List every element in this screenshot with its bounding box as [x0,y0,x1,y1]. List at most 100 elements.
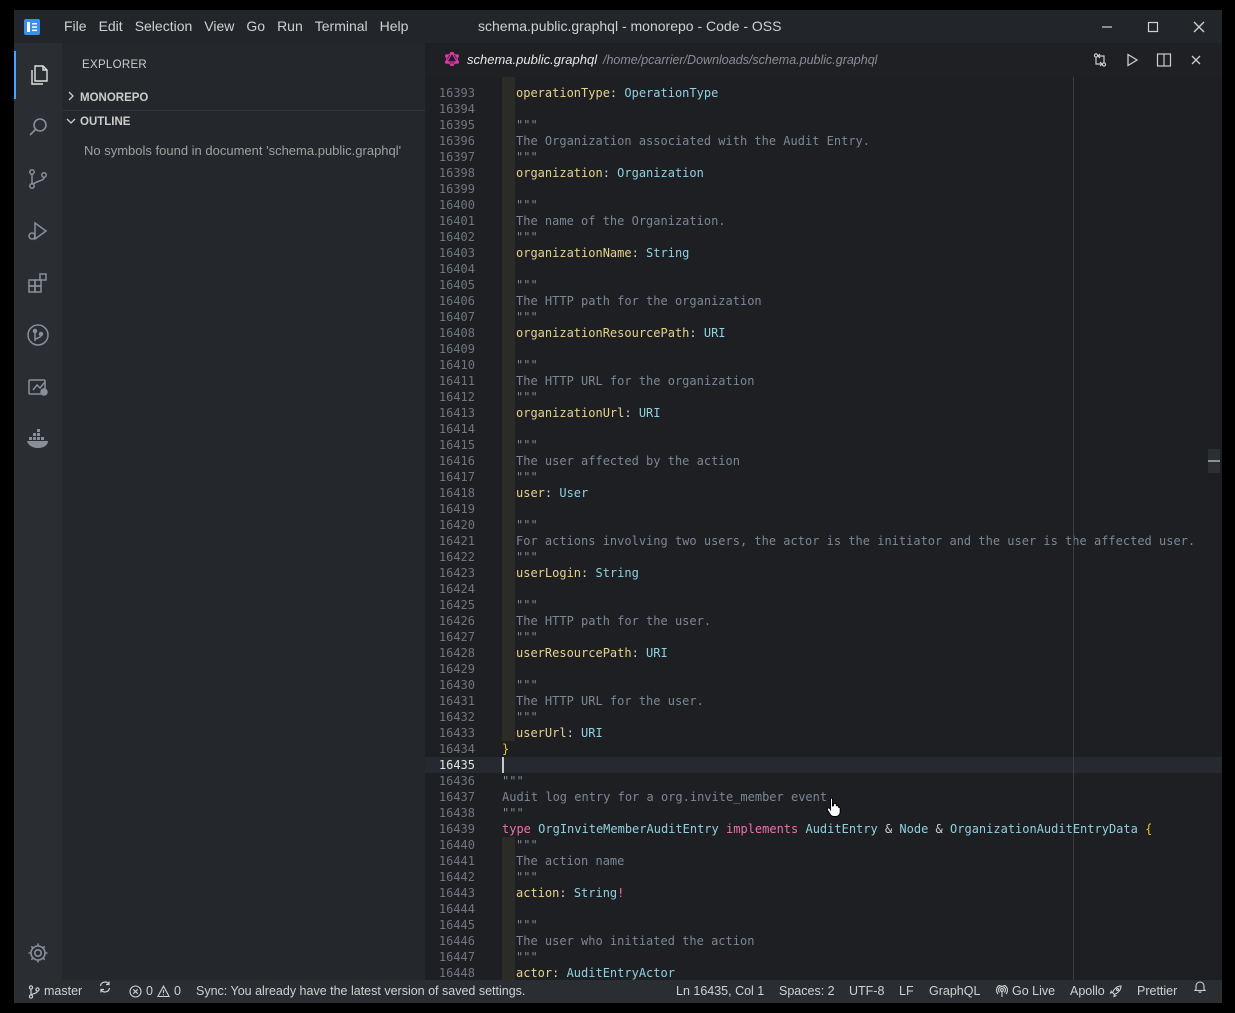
close-window-button[interactable] [1176,10,1222,43]
notifications-button[interactable] [1194,980,1206,993]
code-line: 16417 """ [425,469,1222,485]
line-number: 16436 [438,774,475,788]
current-code-line: 16435 [425,757,1222,773]
line-code: actor: AuditEntryActor [516,965,675,980]
minimize-button[interactable] [1084,10,1130,43]
token-com: The HTTP URL for the organization [516,374,755,388]
language-selector[interactable]: GraphQL [929,980,980,1003]
code-line: 16437 Audit log entry for a org.invite_me… [425,789,1222,805]
menu-go[interactable]: Go [240,10,271,43]
line-number: 16426 [438,614,475,628]
line-number: 16440 [438,838,475,852]
line-code: """ [516,709,538,725]
indent-guide [502,645,515,661]
tab-filename[interactable]: schema.public.graphql [467,43,597,77]
code-editor[interactable]: 16393 operationType: OperationType 16394 16… [425,77,1222,980]
menu-help[interactable]: Help [374,10,415,43]
token-com: The user who initiated the action [516,934,755,948]
cursor-position[interactable]: Ln 16435, Col 1 [676,980,764,1003]
branch-indicator[interactable]: master [28,980,82,1003]
line-code: userLogin: String [516,565,639,581]
code-line: 16419 [425,501,1222,517]
token-com: """ [516,278,538,292]
token-bang: ! [617,886,625,900]
line-number: 16433 [438,726,475,740]
token-com: The HTTP path for the organization [516,294,762,308]
line-code: """ [516,677,538,693]
apollo-button[interactable]: Apollo [1070,980,1122,1003]
eol-selector[interactable]: LF [899,980,914,1003]
line-code: """ [516,229,538,245]
git-graph-activity[interactable] [14,311,62,359]
indent-guide [502,197,515,213]
indent-guide [502,421,515,437]
maximize-button[interactable] [1130,10,1176,43]
line-number: 16404 [438,262,475,276]
token-com: """ [516,118,538,132]
line-number: 16412 [438,390,475,404]
close-tab-button[interactable] [1186,50,1206,70]
menu-selection[interactable]: Selection [129,10,199,43]
menu-file[interactable]: File [58,10,93,43]
run-button[interactable] [1122,50,1142,70]
token-brace: { [1145,822,1153,836]
open-changes-button[interactable] [1090,50,1110,70]
line-code: """ [516,549,538,565]
encoding-selector[interactable]: UTF-8 [849,980,884,1003]
go-live-button[interactable]: Go Live [996,980,1055,1003]
code-line: 16434} [425,741,1222,757]
line-code: The action name [516,853,624,869]
prettier-button[interactable]: Prettier [1137,980,1177,1003]
line-number: 16427 [438,630,475,644]
sync-button[interactable] [98,980,112,994]
line-number: 16422 [438,550,475,564]
indentation-selector[interactable]: Spaces: 2 [779,980,835,1003]
problems-indicator[interactable]: 0 0 [129,980,181,1003]
graphql-icon [445,52,459,66]
line-code: user: User [516,485,588,501]
section-monorepo[interactable]: MONOREPO [62,87,425,109]
line-number: 16410 [438,358,475,372]
indent-guide [502,181,515,197]
line-code: """ [516,837,538,853]
line-code: The HTTP URL for the user. [516,693,704,709]
extensions-icon [28,273,47,293]
line-number: 16417 [438,470,475,484]
split-editor-button[interactable] [1154,50,1174,70]
indent-guide [502,725,515,741]
git-branch-icon [28,984,40,999]
window-title: schema.public.graphql - monorepo - Code … [478,18,782,34]
line-number: 16439 [438,822,475,836]
line-number: 16432 [438,710,475,724]
menu-edit[interactable]: Edit [93,10,129,43]
line-number: 16424 [438,582,475,596]
menu-run[interactable]: Run [271,10,309,43]
explorer-activity[interactable] [14,51,62,99]
line-number: 16419 [438,502,475,516]
extensions-activity[interactable] [14,259,62,307]
token-com: """ [516,310,538,324]
section-outline[interactable]: OUTLINE [62,110,425,133]
code-line: 16412 """ [425,389,1222,405]
line-number: 16408 [438,326,475,340]
apollo-label: Apollo [1070,984,1105,998]
menu-terminal[interactable]: Terminal [309,10,374,43]
docker-activity[interactable] [14,415,62,463]
search-activity[interactable] [14,103,62,151]
run-debug-activity[interactable] [14,207,62,255]
indent-guide [502,149,515,165]
manage-activity[interactable] [14,929,62,977]
line-code: organizationName: String [516,245,689,261]
remote-explorer-activity[interactable] [14,363,62,411]
token-com: """ [516,150,538,164]
line-code: userResourcePath: URI [516,645,668,661]
source-control-activity[interactable] [14,155,62,203]
line-code: """ [516,629,538,645]
indent-guide [502,309,515,325]
line-number: 16445 [438,918,475,932]
code-line: 16422 """ [425,549,1222,565]
code-line: 16432 """ [425,709,1222,725]
chevron-down-icon [62,111,80,133]
menu-view[interactable]: View [198,10,240,43]
token-type: URI [646,646,668,660]
